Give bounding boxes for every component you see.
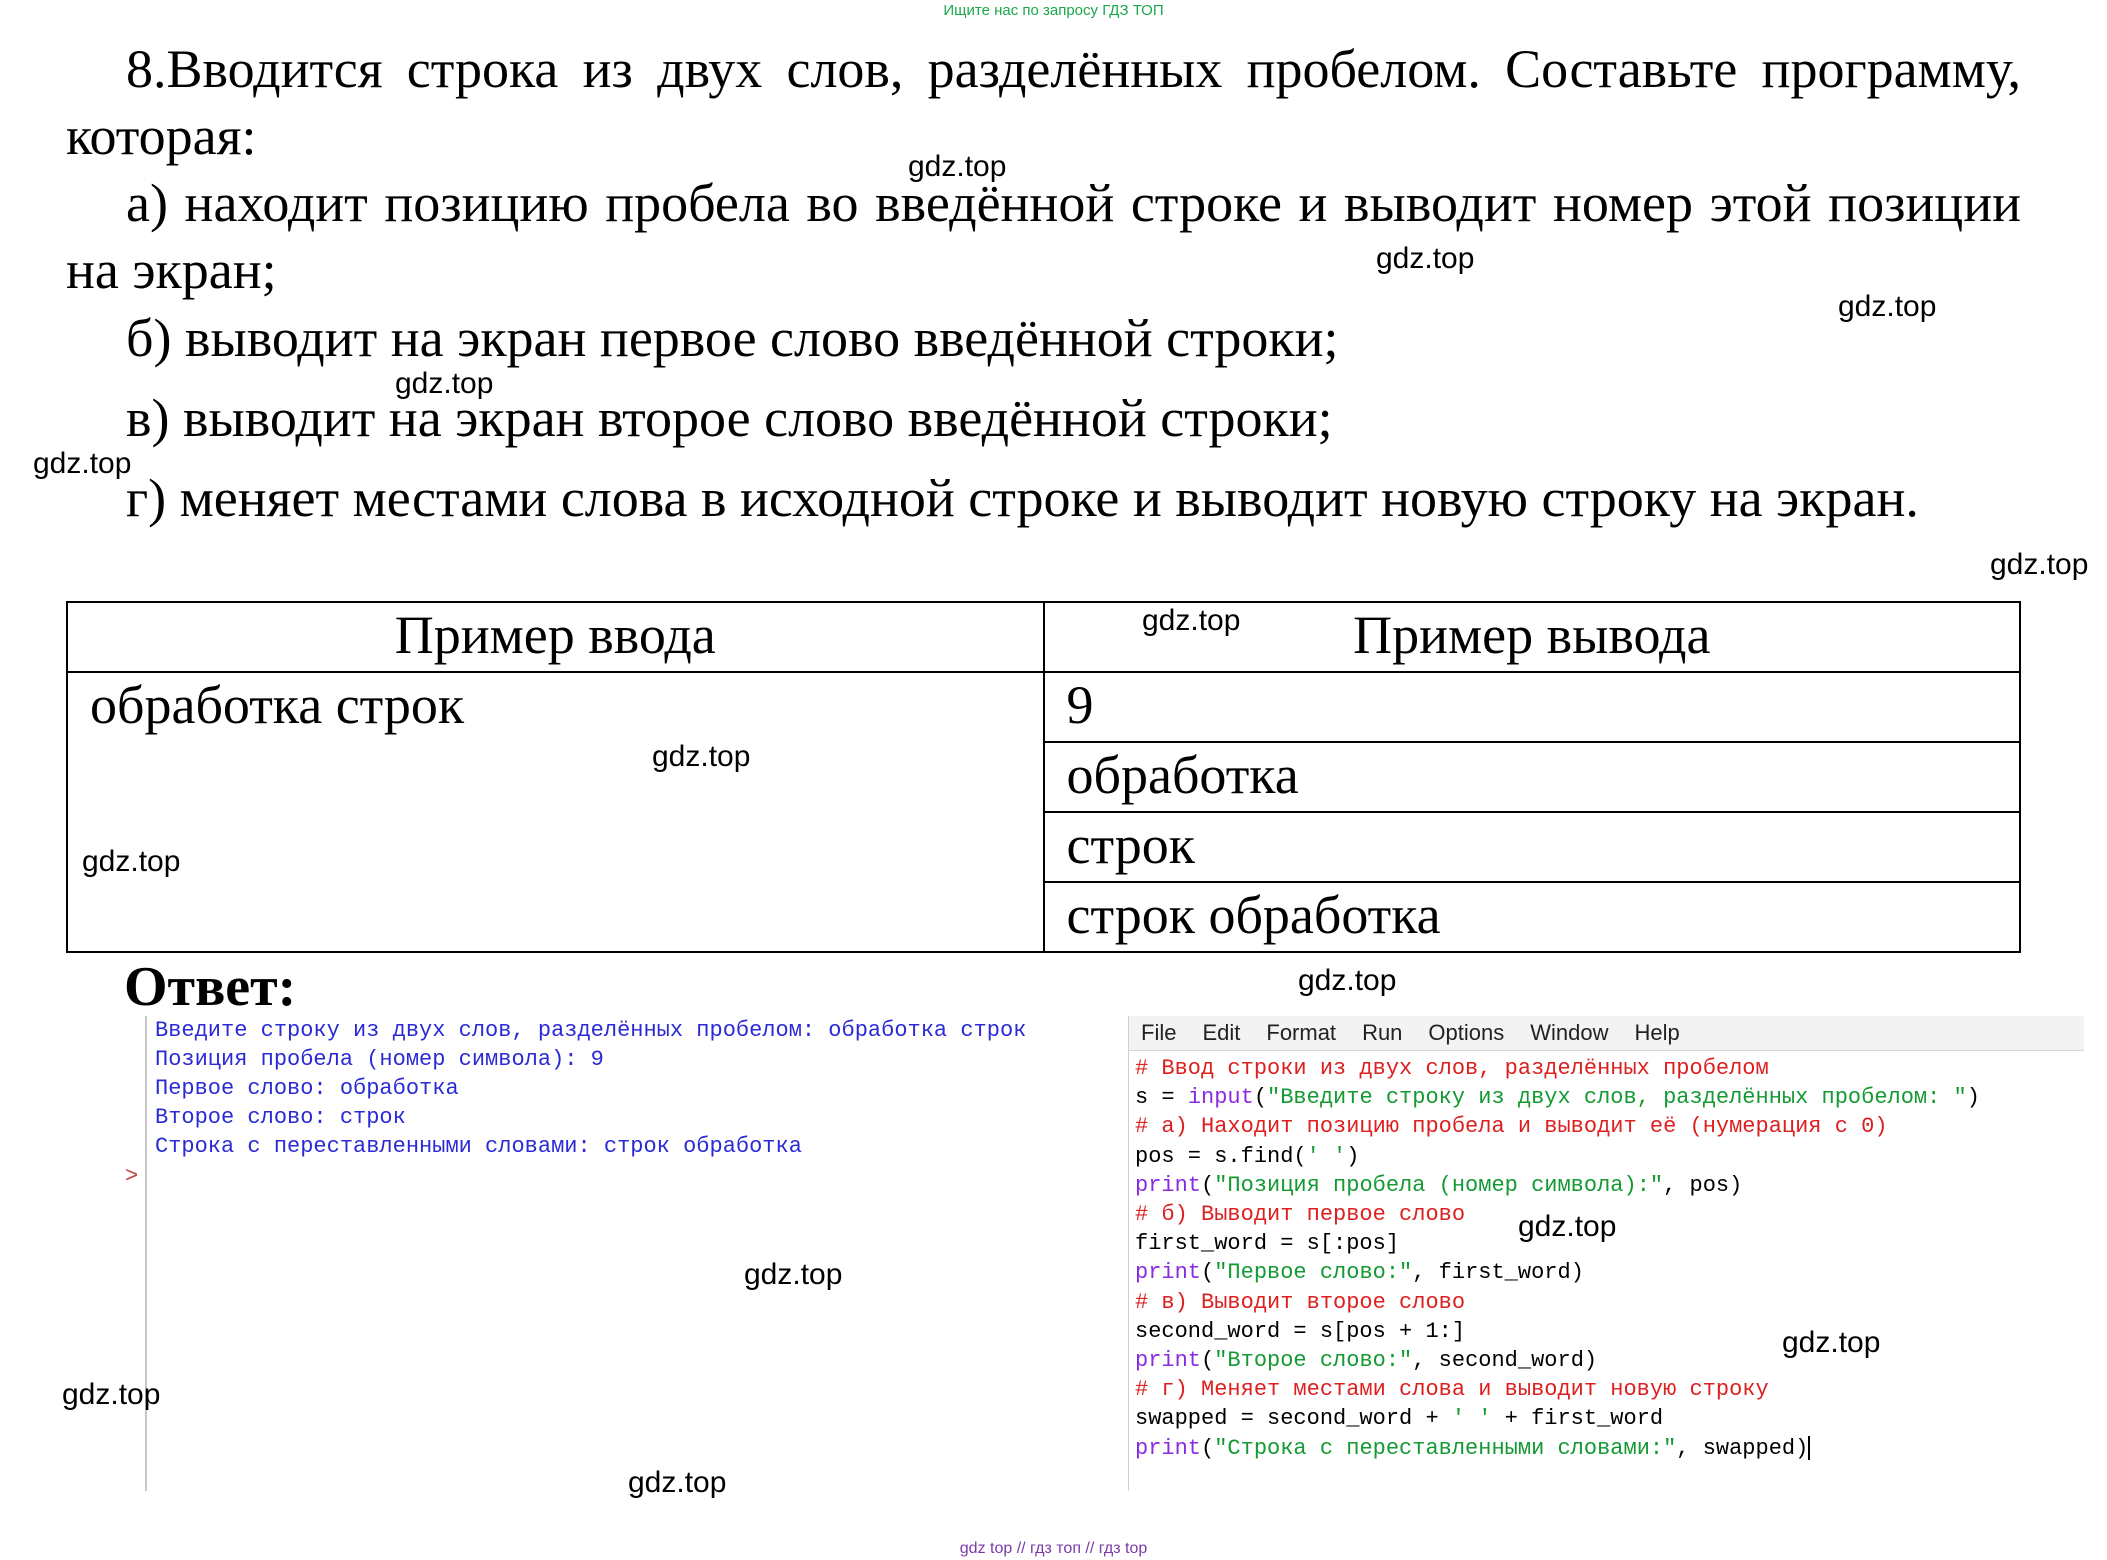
output-line: 9 xyxy=(1042,671,2021,743)
shell-line: Введите строку из двух слов, разделённых… xyxy=(155,1018,1027,1043)
watermark: gdz.top xyxy=(82,845,181,878)
editor-menubar: File Edit Format Run Options Window Help xyxy=(1129,1016,2084,1051)
menu-help[interactable]: Help xyxy=(1635,1020,1680,1046)
watermark: gdz.top xyxy=(395,367,494,400)
code-text: second_word = s[pos + 1:] xyxy=(1135,1318,1466,1344)
watermark: gdz.top xyxy=(744,1258,843,1291)
watermark: gdz.top xyxy=(908,150,1007,183)
output-line: строк xyxy=(1042,811,2021,883)
shell-line: Первое слово: обработка xyxy=(155,1076,459,1101)
footer-links[interactable]: gdz top // гдз топ // гдз top xyxy=(0,1540,2107,1558)
code-string: "Строка с переставленными словами:" xyxy=(1214,1435,1677,1461)
watermark: gdz.top xyxy=(62,1378,161,1411)
shell-prompt-icon: > xyxy=(125,1164,139,1189)
code-string: ' ' xyxy=(1451,1406,1492,1432)
code-text: s = xyxy=(1135,1085,1188,1111)
shell-line: Второе слово: строк xyxy=(155,1105,406,1130)
code-text: , pos) xyxy=(1663,1172,1743,1198)
menu-options[interactable]: Options xyxy=(1428,1020,1504,1046)
code-text: ) xyxy=(1966,1085,1980,1111)
example-table: Пример ввода Пример вывода обработка стр… xyxy=(66,601,2021,953)
header-input: Пример ввода xyxy=(66,601,1045,673)
code-text: first_word = s[:pos] xyxy=(1135,1231,1400,1257)
code-keyword: input xyxy=(1187,1085,1254,1111)
header-search-hint[interactable]: Ищите нас по запросу ГДЗ ТОП xyxy=(0,2,2107,19)
code-text: ( xyxy=(1201,1172,1215,1198)
code-string: "Позиция пробела (номер символа):" xyxy=(1214,1172,1664,1198)
code-string: "Первое слово:" xyxy=(1214,1260,1413,1286)
code-keyword: print xyxy=(1135,1260,1202,1286)
code-text: pos = s.find( xyxy=(1135,1143,1307,1169)
watermark: gdz.top xyxy=(652,740,751,773)
code-text: ( xyxy=(1201,1260,1215,1286)
watermark: gdz.top xyxy=(33,447,132,480)
code-text: , second_word) xyxy=(1412,1348,1598,1374)
menu-run[interactable]: Run xyxy=(1362,1020,1402,1046)
output-line: обработка xyxy=(1042,741,2021,813)
code-text: , first_word) xyxy=(1412,1260,1584,1286)
code-text: + first_word xyxy=(1491,1406,1664,1432)
code-keyword: print xyxy=(1135,1435,1202,1461)
code-comment: # в) Выводит второе слово xyxy=(1135,1289,1466,1315)
watermark: gdz.top xyxy=(1298,964,1397,997)
task-intro: 8.Вводится строка из двух слов, разделён… xyxy=(66,39,2021,166)
watermark: gdz.top xyxy=(1990,548,2089,581)
watermark: gdz.top xyxy=(1838,290,1937,323)
code-comment: # Ввод строки из двух слов, разделённых … xyxy=(1135,1056,1769,1081)
code-keyword: print xyxy=(1135,1348,1202,1374)
code-string: ' ' xyxy=(1306,1143,1347,1169)
shell-line: Позиция пробела (номер символа): 9 xyxy=(155,1047,604,1072)
task-item-g: г) меняет местами слова в исходной строк… xyxy=(126,468,1919,528)
code-text: ) xyxy=(1346,1143,1360,1169)
code-comment: # а) Находит позицию пробела и выводит е… xyxy=(1135,1114,1888,1140)
code-keyword: print xyxy=(1135,1172,1202,1198)
task-item-a: а) находит позицию пробела во введённой … xyxy=(66,173,2021,300)
code-string: "Введите строку из двух слов, разделённы… xyxy=(1267,1085,1967,1111)
code-comment: # г) Меняет местами слова и выводит нову… xyxy=(1135,1377,1769,1403)
watermark: gdz.top xyxy=(628,1466,727,1499)
output-line: строк обработка xyxy=(1042,881,2021,953)
menu-format[interactable]: Format xyxy=(1266,1020,1336,1046)
task-item-v: в) выводит на экран второе слово введённ… xyxy=(126,388,1333,448)
code-text: ( xyxy=(1201,1348,1215,1374)
python-shell-output[interactable]: Введите строку из двух слов, разделённых… xyxy=(125,1016,1122,1491)
task-item-b: б) выводит на экран первое слово введённ… xyxy=(126,308,1339,368)
menu-file[interactable]: File xyxy=(1141,1020,1176,1046)
watermark: gdz.top xyxy=(1142,604,1241,637)
code-text: , swapped) xyxy=(1676,1435,1809,1461)
source-code[interactable]: # Ввод строки из двух слов, разделённых … xyxy=(1135,1054,1980,1463)
code-text: ( xyxy=(1253,1085,1268,1111)
watermark: gdz.top xyxy=(1782,1326,1881,1359)
shell-line: Строка с переставленными словами: строк … xyxy=(155,1134,802,1159)
code-comment: # б) Выводит первое слово xyxy=(1135,1202,1466,1228)
code-editor-window[interactable]: File Edit Format Run Options Window Help… xyxy=(1128,1016,2084,1491)
code-text: ( xyxy=(1201,1435,1215,1461)
text-cursor xyxy=(1808,1435,1811,1460)
answer-title: Ответ: xyxy=(124,956,297,1018)
input-example: обработка строк xyxy=(66,671,1045,953)
watermark: gdz.top xyxy=(1518,1210,1617,1243)
menu-edit[interactable]: Edit xyxy=(1202,1020,1240,1046)
code-string: "Второе слово:" xyxy=(1214,1348,1413,1374)
watermark: gdz.top xyxy=(1376,242,1475,275)
code-text: swapped = second_word + xyxy=(1135,1406,1452,1432)
menu-window[interactable]: Window xyxy=(1530,1020,1608,1046)
